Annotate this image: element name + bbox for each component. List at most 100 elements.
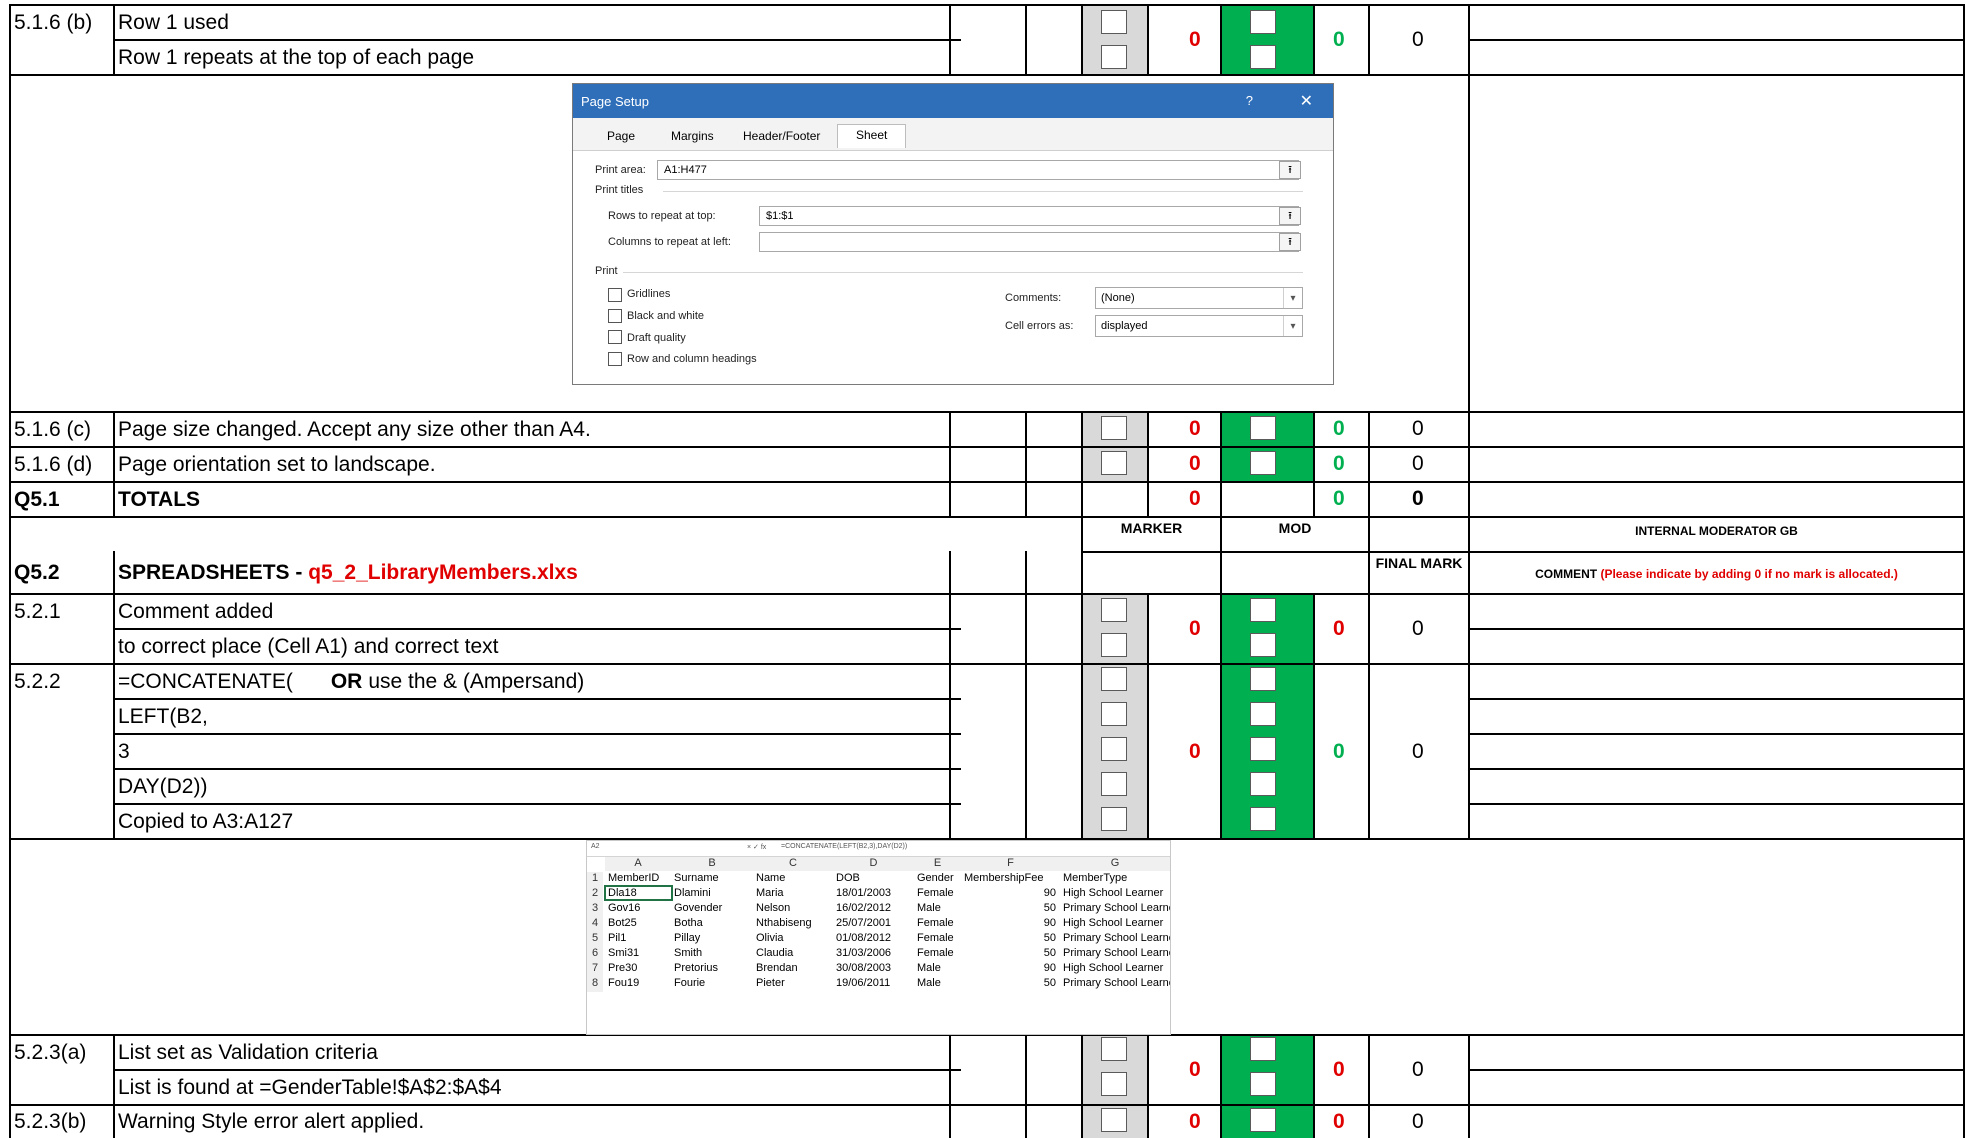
mod-checkbox[interactable] — [1250, 807, 1276, 831]
marker-checkbox[interactable] — [1101, 1072, 1127, 1096]
mod-checkbox[interactable] — [1250, 10, 1276, 34]
marker-checkbox[interactable] — [1101, 416, 1127, 440]
table-cell[interactable]: 16/02/2012 — [836, 902, 891, 914]
marker-checkbox[interactable] — [1101, 807, 1127, 831]
table-cell[interactable]: 18/01/2003 — [836, 887, 891, 899]
marker-checkbox[interactable] — [1101, 598, 1127, 622]
mod-checkbox[interactable] — [1250, 45, 1276, 69]
mod-checkbox[interactable] — [1250, 633, 1276, 657]
header-cell[interactable]: MemberType — [1063, 872, 1127, 884]
mod-checkbox[interactable] — [1250, 416, 1276, 440]
table-cell[interactable]: Gov16 — [608, 902, 640, 914]
table-cell[interactable]: 01/08/2012 — [836, 932, 891, 944]
row-number[interactable]: 4 — [587, 917, 603, 932]
marker-checkbox[interactable] — [1101, 10, 1127, 34]
table-cell[interactable]: Claudia — [756, 947, 793, 959]
table-cell[interactable]: Female — [917, 932, 954, 944]
marker-checkbox[interactable] — [1101, 772, 1127, 796]
table-cell[interactable]: Male — [917, 902, 941, 914]
column-header[interactable]: C — [753, 857, 834, 871]
column-header[interactable]: G — [1060, 857, 1170, 871]
black-white-checkbox[interactable] — [608, 309, 622, 323]
table-cell[interactable]: 50 — [961, 977, 1056, 989]
table-cell[interactable]: Pillay — [674, 932, 700, 944]
table-cell[interactable]: Bot25 — [608, 917, 637, 929]
marker-checkbox[interactable] — [1101, 633, 1127, 657]
header-cell[interactable]: MembershipFee — [964, 872, 1043, 884]
header-cell[interactable]: Gender — [917, 872, 954, 884]
column-header[interactable]: E — [914, 857, 962, 871]
table-cell[interactable]: Maria — [756, 887, 784, 899]
table-cell[interactable]: Fou19 — [608, 977, 639, 989]
print-area-field[interactable]: A1:H477 — [657, 160, 1299, 180]
marker-checkbox[interactable] — [1101, 702, 1127, 726]
header-cell[interactable]: Name — [756, 872, 785, 884]
header-cell[interactable]: Surname — [674, 872, 719, 884]
table-cell[interactable]: High School Learner — [1063, 887, 1163, 899]
column-header[interactable]: F — [961, 857, 1061, 871]
mod-checkbox[interactable] — [1250, 772, 1276, 796]
row-number[interactable]: 2 — [587, 887, 603, 902]
table-cell[interactable]: Pretorius — [674, 962, 718, 974]
table-cell[interactable]: Pre30 — [608, 962, 637, 974]
marker-checkbox[interactable] — [1101, 737, 1127, 761]
column-header[interactable]: A — [605, 857, 672, 871]
table-cell[interactable]: Fourie — [674, 977, 705, 989]
marker-checkbox[interactable] — [1101, 451, 1127, 475]
row-number[interactable]: 1 — [587, 872, 603, 887]
table-cell[interactable]: Primary School Learner — [1063, 947, 1170, 959]
marker-checkbox[interactable] — [1101, 45, 1127, 69]
mod-checkbox[interactable] — [1250, 451, 1276, 475]
table-cell[interactable]: 90 — [961, 917, 1056, 929]
row-number[interactable]: 3 — [587, 902, 603, 917]
table-cell[interactable]: Male — [917, 962, 941, 974]
table-cell[interactable]: Primary School Learner — [1063, 932, 1170, 944]
marker-checkbox[interactable] — [1101, 1037, 1127, 1061]
table-cell[interactable]: Smi31 — [608, 947, 639, 959]
collapse-icon[interactable]: ⭱ — [1279, 207, 1301, 225]
table-cell[interactable]: Primary School Learner — [1063, 977, 1170, 989]
mod-checkbox[interactable] — [1250, 1037, 1276, 1061]
mod-checkbox[interactable] — [1250, 702, 1276, 726]
marker-checkbox[interactable] — [1101, 1108, 1127, 1132]
table-cell[interactable]: Dla18 — [604, 885, 673, 901]
table-cell[interactable]: Female — [917, 947, 954, 959]
table-cell[interactable]: High School Learner — [1063, 917, 1163, 929]
cell-errors-select[interactable]: displayed ▾ — [1095, 315, 1303, 337]
table-cell[interactable]: 19/06/2011 — [836, 977, 890, 989]
table-cell[interactable]: 90 — [961, 962, 1056, 974]
table-cell[interactable]: High School Learner — [1063, 962, 1163, 974]
cols-repeat-field[interactable] — [759, 232, 1299, 252]
tab-margins[interactable]: Margins — [671, 129, 714, 143]
row-number[interactable]: 6 — [587, 947, 603, 962]
draft-quality-checkbox[interactable] — [608, 330, 622, 344]
tab-page[interactable]: Page — [607, 129, 635, 143]
table-cell[interactable]: Olivia — [756, 932, 784, 944]
table-cell[interactable]: Dlamini — [674, 887, 711, 899]
marker-checkbox[interactable] — [1101, 667, 1127, 691]
table-cell[interactable]: 25/07/2001 — [836, 917, 891, 929]
table-cell[interactable]: Botha — [674, 917, 703, 929]
close-icon[interactable]: ✕ — [1300, 91, 1313, 111]
table-cell[interactable]: Nelson — [756, 902, 790, 914]
row-number[interactable]: 5 — [587, 932, 603, 947]
table-cell[interactable]: Male — [917, 977, 941, 989]
tab-sheet[interactable]: Sheet — [837, 124, 907, 148]
row-col-headings-checkbox[interactable] — [608, 352, 622, 366]
table-cell[interactable]: Govender — [674, 902, 722, 914]
table-cell[interactable]: Smith — [674, 947, 702, 959]
mod-checkbox[interactable] — [1250, 737, 1276, 761]
tab-header-footer[interactable]: Header/Footer — [743, 129, 820, 143]
table-cell[interactable]: 50 — [961, 902, 1056, 914]
table-cell[interactable]: 50 — [961, 932, 1056, 944]
mod-checkbox[interactable] — [1250, 598, 1276, 622]
comments-select[interactable]: (None) ▾ — [1095, 287, 1303, 309]
mod-checkbox[interactable] — [1250, 1072, 1276, 1096]
row-number[interactable]: 7 — [587, 962, 603, 977]
mod-checkbox[interactable] — [1250, 1108, 1276, 1132]
table-cell[interactable]: 90 — [961, 887, 1056, 899]
table-cell[interactable]: 30/08/2003 — [836, 962, 891, 974]
table-cell[interactable]: Pil1 — [608, 932, 626, 944]
collapse-icon[interactable]: ⭱ — [1279, 161, 1301, 179]
column-header[interactable]: D — [833, 857, 915, 871]
